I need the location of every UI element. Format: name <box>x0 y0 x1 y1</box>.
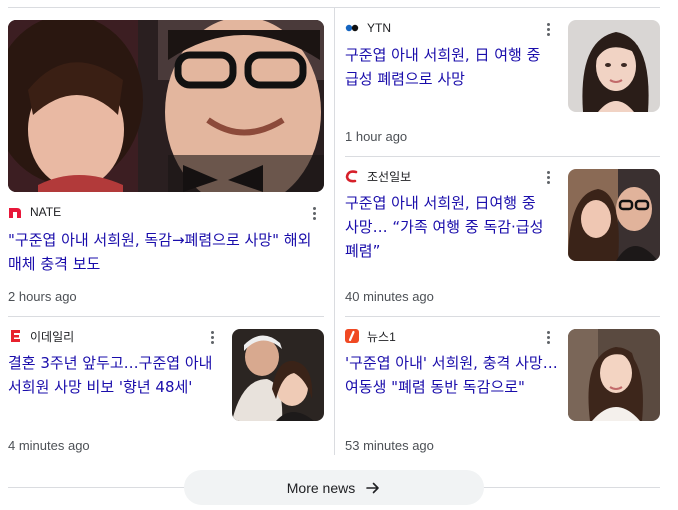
article-4-time: 4 minutes ago <box>8 438 90 453</box>
article-4-source[interactable]: 이데일리 <box>8 328 74 344</box>
article-1-headline[interactable]: "구준엽 아내 서희원, 독감→폐렴으로 사망" 해외 매체 충격 보도 <box>8 228 324 276</box>
right-row-divider-1 <box>345 156 660 157</box>
article-3-more-vert-icon[interactable] <box>540 169 556 185</box>
article-3-thumbnail[interactable] <box>568 169 660 261</box>
article-2-thumbnail[interactable] <box>568 20 660 112</box>
article-3-source-name: 조선일보 <box>367 169 412 184</box>
article-4-source-name: 이데일리 <box>30 329 75 344</box>
article-1-time: 2 hours ago <box>8 289 77 304</box>
right-row-divider-2 <box>345 316 660 317</box>
article-4-headline[interactable]: 결혼 3주년 앞두고…구준엽 아내 서희원 사망 비보 '향년 48세' <box>8 351 222 399</box>
more-news-button[interactable]: More news <box>184 470 484 505</box>
nate-logo-icon <box>8 205 22 219</box>
article-2-source[interactable]: YTN <box>345 20 391 36</box>
arrow-right-icon <box>365 480 381 496</box>
article-2-headline[interactable]: 구준엽 아내 서희원, 日 여행 중 급성 폐렴으로 사망 <box>345 43 559 91</box>
article-2-more-vert-icon[interactable] <box>540 21 556 37</box>
article-2-source-name: YTN <box>367 21 391 35</box>
article-5-source-name: 뉴스1 <box>367 329 396 344</box>
article-4-thumbnail[interactable] <box>232 329 324 421</box>
article-1-source-name: NATE <box>30 205 62 219</box>
article-1-thumbnail[interactable] <box>8 20 324 192</box>
article-5-source[interactable]: 뉴스1 <box>345 328 396 344</box>
article-5-thumbnail[interactable] <box>568 329 660 421</box>
edaily-logo-icon <box>8 329 22 343</box>
article-1-more-vert-icon[interactable] <box>306 205 322 221</box>
more-news-label: More news <box>286 479 356 496</box>
chosun-logo-icon <box>345 169 359 183</box>
article-3-time: 40 minutes ago <box>345 289 434 304</box>
left-row-divider <box>8 316 324 317</box>
article-2-time: 1 hour ago <box>345 129 408 144</box>
ytn-logo-icon <box>345 21 359 35</box>
article-5-headline[interactable]: '구준엽 아내' 서희원, 충격 사망… 여동생 "폐렴 동반 독감으로" <box>345 351 559 399</box>
article-5-time: 53 minutes ago <box>345 438 434 453</box>
column-divider <box>334 8 335 455</box>
article-3-headline[interactable]: 구준엽 아내 서희원, 日여행 중 사망… “가족 여행 중 독감·급성 폐렴” <box>345 191 559 263</box>
article-1-source[interactable]: NATE <box>8 204 61 220</box>
article-5-more-vert-icon[interactable] <box>540 329 556 345</box>
article-4-more-vert-icon[interactable] <box>204 329 220 345</box>
article-3-source[interactable]: 조선일보 <box>345 168 411 184</box>
news1-logo-icon <box>345 329 359 343</box>
